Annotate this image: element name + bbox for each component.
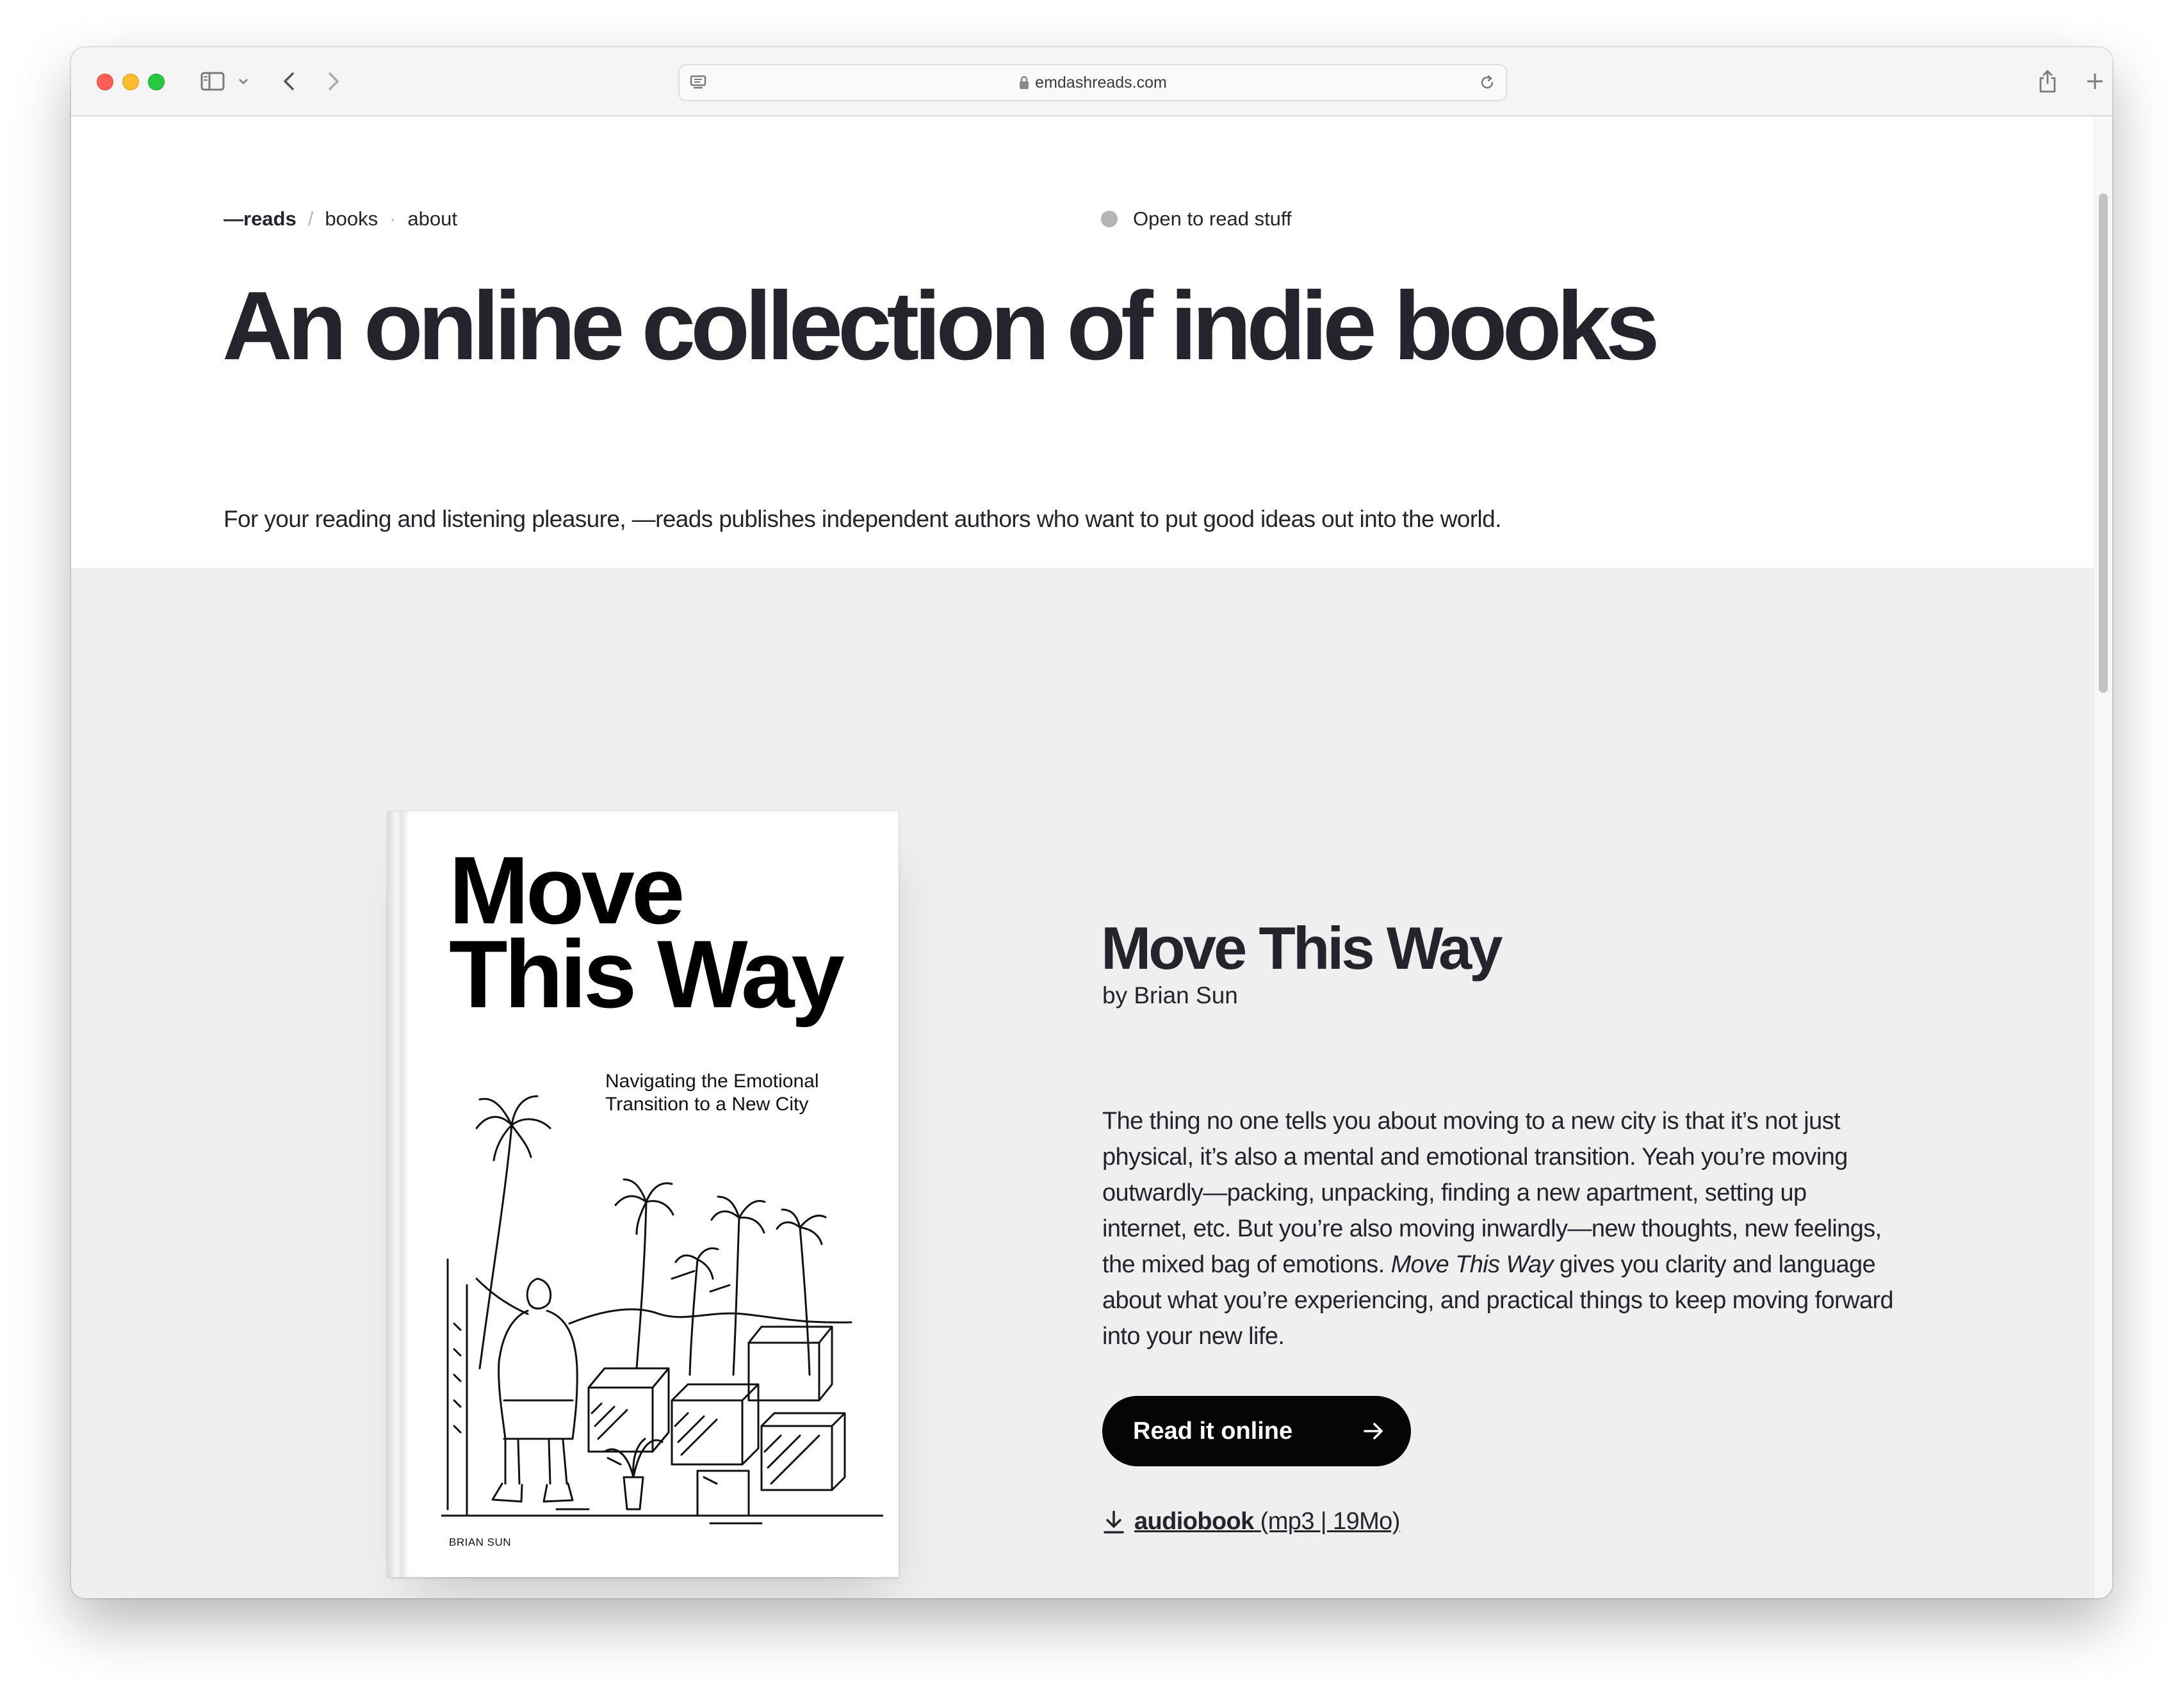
hero-title: An online collection of indie books [222, 271, 1660, 380]
close-window-button[interactable] [97, 74, 113, 90]
status-indicator: Open to read stuff [1101, 207, 1292, 231]
description-italic-title: Move This Way [1390, 1251, 1554, 1278]
download-icon[interactable] [1102, 1509, 1125, 1535]
audiobook-download: audiobook (mp3 | 19Mo) [1102, 1508, 1400, 1535]
back-icon[interactable] [276, 64, 302, 99]
zoom-window-button[interactable] [148, 74, 165, 90]
nav-link-about[interactable]: about [407, 207, 457, 231]
featured-book-section: Move This Way Navigating the Emotional T… [71, 568, 2094, 1598]
url-display[interactable]: emdashreads.com [680, 65, 1506, 100]
book-description: The thing no one tells you about moving … [1102, 1103, 1896, 1354]
site-nav: —reads / books · about [224, 207, 457, 231]
audiobook-label: audiobook [1134, 1508, 1254, 1535]
status-text: Open to read stuff [1133, 207, 1292, 230]
forward-icon[interactable] [321, 64, 346, 99]
arrow-right-icon [1364, 1423, 1383, 1439]
hero-subtitle: For your reading and listening pleasure,… [224, 506, 1501, 532]
page-scrollbar[interactable] [2094, 117, 2112, 1598]
read-online-label: Read it online [1133, 1417, 1293, 1445]
cover-title-line2: This Way [449, 919, 845, 1028]
audiobook-meta: (mp3 | 19Mo) [1260, 1508, 1401, 1535]
nav-separator: / [307, 207, 314, 230]
address-bar[interactable]: emdashreads.com [678, 64, 1507, 101]
plus-icon[interactable] [2082, 64, 2108, 99]
scrollbar-thumb[interactable] [2099, 193, 2108, 693]
chevron-down-icon[interactable] [235, 64, 252, 99]
nav-dot-separator: · [389, 207, 396, 230]
cover-author: BRIAN SUN [449, 1536, 512, 1548]
browser-window: emdashreads.com —reads / books · about O… [71, 47, 2112, 1598]
browser-toolbar: emdashreads.com [71, 47, 2112, 117]
book-author: by Brian Sun [1102, 982, 1238, 1009]
book-cover[interactable]: Move This Way Navigating the Emotional T… [387, 811, 899, 1592]
lock-icon [1020, 76, 1029, 89]
minimize-window-button[interactable] [122, 74, 139, 90]
brand-link[interactable]: —reads [224, 207, 297, 231]
cover-illustration [441, 1095, 883, 1525]
cover-title-line1: Move [449, 836, 685, 944]
url-text: emdashreads.com [1035, 74, 1167, 92]
book-spine [387, 811, 408, 1577]
web-page: —reads / books · about Open to read stuf… [71, 117, 2094, 1598]
nav-link-books[interactable]: books [325, 207, 378, 231]
book-title: Move This Way [1101, 914, 1503, 982]
book-cover-face: Move This Way Navigating the Emotional T… [387, 811, 899, 1577]
read-online-button[interactable]: Read it online [1102, 1396, 1411, 1466]
cover-title: Move This Way [449, 836, 845, 1028]
status-dot [1101, 211, 1118, 227]
audiobook-link[interactable]: audiobook (mp3 | 19Mo) [1134, 1508, 1400, 1535]
sidebar-icon[interactable] [197, 64, 229, 99]
reload-icon[interactable] [1478, 65, 1497, 100]
share-icon[interactable] [2035, 64, 2060, 99]
